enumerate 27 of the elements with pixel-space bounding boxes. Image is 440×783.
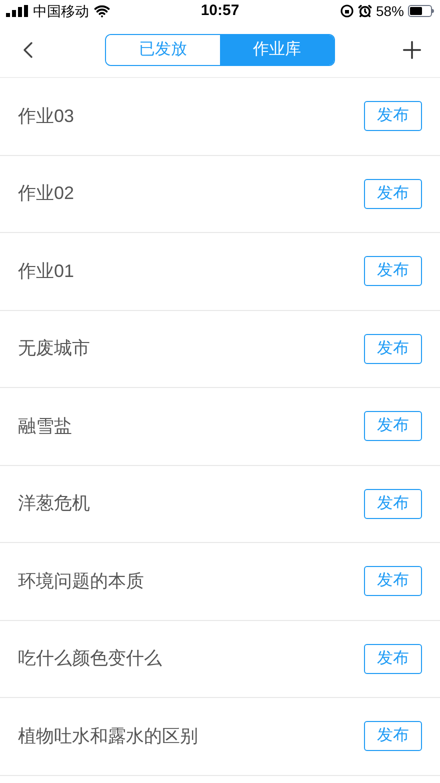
assignment-title: 作业01 [18, 260, 74, 283]
alarm-icon [358, 4, 372, 18]
assignment-title: 植物吐水和露水的区别 [18, 724, 198, 748]
carrier-name: 中国移动 [33, 2, 89, 20]
assignment-title: 作业02 [18, 182, 74, 206]
publish-button[interactable]: 发布 [364, 101, 422, 132]
assignment-title: 洋葱危机 [18, 492, 90, 516]
publish-button[interactable]: 发布 [364, 488, 422, 519]
publish-button[interactable]: 发布 [364, 178, 422, 209]
publish-button[interactable]: 发布 [364, 334, 422, 364]
assignment-title: 融雪盐 [18, 414, 72, 438]
wifi-icon [94, 3, 110, 19]
battery-icon [408, 5, 434, 17]
assignment-title: 无废城市 [18, 337, 90, 360]
rotation-lock-icon [340, 4, 354, 18]
publish-button[interactable]: 发布 [364, 256, 422, 286]
publish-button[interactable]: 发布 [364, 721, 422, 752]
assignment-title: 吃什么颜色变什么 [18, 647, 162, 670]
segment-tab[interactable]: 作业库 [220, 34, 334, 64]
assignment-title: 环境问题的本质 [18, 570, 144, 593]
clock-time: 10:57 [200, 0, 240, 21]
assignment-title: 作业03 [18, 104, 74, 128]
publish-button[interactable]: 发布 [364, 566, 422, 596]
publish-button[interactable]: 发布 [364, 411, 422, 442]
publish-button[interactable]: 发布 [364, 644, 422, 674]
signal-icon [6, 5, 28, 17]
battery-percent: 58% [376, 2, 404, 20]
